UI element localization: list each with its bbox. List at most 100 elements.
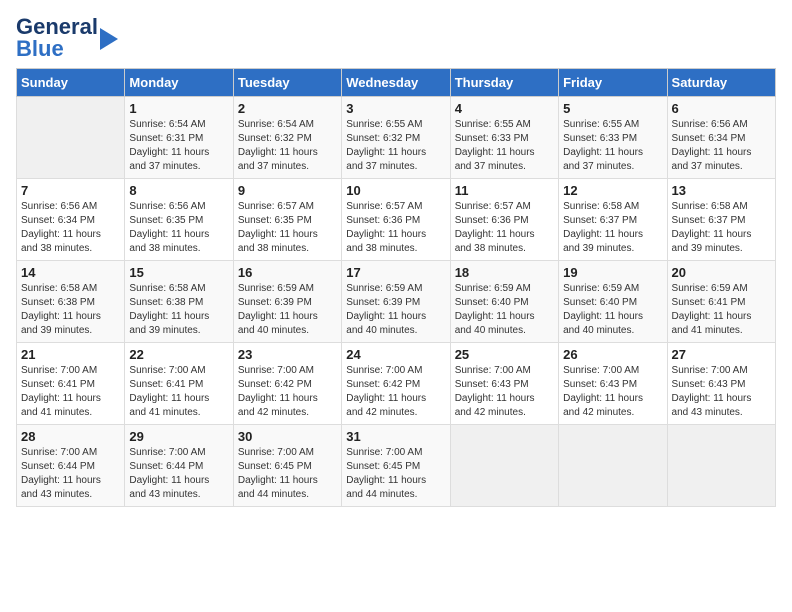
calendar-cell: 16 Sunrise: 6:59 AM Sunset: 6:39 PM Dayli…: [233, 261, 341, 343]
calendar-cell: 21 Sunrise: 7:00 AM Sunset: 6:41 PM Dayli…: [17, 343, 125, 425]
calendar-cell: 29 Sunrise: 7:00 AM Sunset: 6:44 PM Dayli…: [125, 425, 233, 507]
day-header-friday: Friday: [559, 69, 667, 97]
day-number: 6: [672, 101, 771, 116]
calendar-cell: 27 Sunrise: 7:00 AM Sunset: 6:43 PM Dayli…: [667, 343, 775, 425]
day-info: Sunrise: 7:00 AM Sunset: 6:43 PM Dayligh…: [563, 364, 662, 420]
day-number: 30: [238, 429, 337, 444]
day-info: Sunrise: 6:55 AM Sunset: 6:33 PM Dayligh…: [455, 118, 554, 174]
day-info: Sunrise: 7:00 AM Sunset: 6:45 PM Dayligh…: [238, 446, 337, 502]
calendar-cell: 4Sunrise: 6:55 AM Sunset: 6:33 PM Daylig…: [450, 97, 558, 179]
day-info: Sunrise: 6:56 AM Sunset: 6:35 PM Dayligh…: [129, 200, 228, 256]
day-header-saturday: Saturday: [667, 69, 775, 97]
day-number: 16: [238, 265, 337, 280]
day-info: Sunrise: 6:58 AM Sunset: 6:37 PM Dayligh…: [563, 200, 662, 256]
day-info: Sunrise: 6:55 AM Sunset: 6:32 PM Dayligh…: [346, 118, 445, 174]
calendar-cell: 15 Sunrise: 6:58 AM Sunset: 6:38 PM Dayli…: [125, 261, 233, 343]
calendar-week-1: 7 Sunrise: 6:56 AM Sunset: 6:34 PM Daylig…: [17, 179, 776, 261]
day-info: Sunrise: 6:59 AM Sunset: 6:39 PM Dayligh…: [346, 282, 445, 338]
day-header-wednesday: Wednesday: [342, 69, 450, 97]
calendar-cell: 6 Sunrise: 6:56 AM Sunset: 6:34 PM Daylig…: [667, 97, 775, 179]
calendar-cell: [17, 97, 125, 179]
calendar-cell: 9 Sunrise: 6:57 AM Sunset: 6:35 PM Daylig…: [233, 179, 341, 261]
day-number: 11: [455, 183, 554, 198]
day-number: 18: [455, 265, 554, 280]
calendar-cell: 25Sunrise: 7:00 AM Sunset: 6:43 PM Dayli…: [450, 343, 558, 425]
calendar-cell: 8Sunrise: 6:56 AM Sunset: 6:35 PM Daylig…: [125, 179, 233, 261]
calendar-week-2: 14 Sunrise: 6:58 AM Sunset: 6:38 PM Dayli…: [17, 261, 776, 343]
day-info: Sunrise: 7:00 AM Sunset: 6:41 PM Dayligh…: [21, 364, 120, 420]
day-number: 27: [672, 347, 771, 362]
day-number: 14: [21, 265, 120, 280]
day-info: Sunrise: 6:59 AM Sunset: 6:40 PM Dayligh…: [563, 282, 662, 338]
day-header-monday: Monday: [125, 69, 233, 97]
day-info: Sunrise: 6:59 AM Sunset: 6:41 PM Dayligh…: [672, 282, 771, 338]
day-number: 5: [563, 101, 662, 116]
day-info: Sunrise: 6:54 AM Sunset: 6:31 PM Dayligh…: [129, 118, 228, 174]
day-number: 12: [563, 183, 662, 198]
day-header-thursday: Thursday: [450, 69, 558, 97]
calendar-cell: [450, 425, 558, 507]
logo: General Blue: [16, 16, 118, 60]
day-info: Sunrise: 7:00 AM Sunset: 6:44 PM Dayligh…: [129, 446, 228, 502]
calendar-cell: 20 Sunrise: 6:59 AM Sunset: 6:41 PM Dayli…: [667, 261, 775, 343]
calendar-table: SundayMondayTuesdayWednesdayThursdayFrid…: [16, 68, 776, 507]
day-info: Sunrise: 6:57 AM Sunset: 6:35 PM Dayligh…: [238, 200, 337, 256]
calendar-cell: 13Sunrise: 6:58 AM Sunset: 6:37 PM Dayli…: [667, 179, 775, 261]
calendar-cell: 7 Sunrise: 6:56 AM Sunset: 6:34 PM Daylig…: [17, 179, 125, 261]
day-number: 24: [346, 347, 445, 362]
day-number: 19: [563, 265, 662, 280]
calendar-cell: 17 Sunrise: 6:59 AM Sunset: 6:39 PM Dayli…: [342, 261, 450, 343]
day-number: 2: [238, 101, 337, 116]
calendar-cell: 31Sunrise: 7:00 AM Sunset: 6:45 PM Dayli…: [342, 425, 450, 507]
day-number: 7: [21, 183, 120, 198]
day-info: Sunrise: 7:00 AM Sunset: 6:45 PM Dayligh…: [346, 446, 445, 502]
day-info: Sunrise: 6:58 AM Sunset: 6:38 PM Dayligh…: [21, 282, 120, 338]
calendar-header-row: SundayMondayTuesdayWednesdayThursdayFrid…: [17, 69, 776, 97]
calendar-cell: [559, 425, 667, 507]
day-number: 22: [129, 347, 228, 362]
day-number: 13: [672, 183, 771, 198]
calendar-cell: 12 Sunrise: 6:58 AM Sunset: 6:37 PM Dayli…: [559, 179, 667, 261]
day-header-sunday: Sunday: [17, 69, 125, 97]
logo-line1: General: [16, 16, 98, 38]
calendar-cell: 5 Sunrise: 6:55 AM Sunset: 6:33 PM Daylig…: [559, 97, 667, 179]
calendar-cell: 24 Sunrise: 7:00 AM Sunset: 6:42 PM Dayli…: [342, 343, 450, 425]
calendar-cell: [667, 425, 775, 507]
day-info: Sunrise: 7:00 AM Sunset: 6:41 PM Dayligh…: [129, 364, 228, 420]
day-info: Sunrise: 7:00 AM Sunset: 6:42 PM Dayligh…: [238, 364, 337, 420]
day-number: 15: [129, 265, 228, 280]
day-info: Sunrise: 6:56 AM Sunset: 6:34 PM Dayligh…: [672, 118, 771, 174]
day-number: 28: [21, 429, 120, 444]
day-info: Sunrise: 6:56 AM Sunset: 6:34 PM Dayligh…: [21, 200, 120, 256]
day-number: 20: [672, 265, 771, 280]
calendar-cell: 18 Sunrise: 6:59 AM Sunset: 6:40 PM Dayli…: [450, 261, 558, 343]
day-number: 21: [21, 347, 120, 362]
calendar-week-3: 21 Sunrise: 7:00 AM Sunset: 6:41 PM Dayli…: [17, 343, 776, 425]
day-number: 9: [238, 183, 337, 198]
day-info: Sunrise: 6:57 AM Sunset: 6:36 PM Dayligh…: [346, 200, 445, 256]
calendar-cell: 3Sunrise: 6:55 AM Sunset: 6:32 PM Daylig…: [342, 97, 450, 179]
calendar-cell: 22 Sunrise: 7:00 AM Sunset: 6:41 PM Dayli…: [125, 343, 233, 425]
day-number: 17: [346, 265, 445, 280]
calendar-week-4: 28 Sunrise: 7:00 AM Sunset: 6:44 PM Dayli…: [17, 425, 776, 507]
day-info: Sunrise: 6:58 AM Sunset: 6:38 PM Dayligh…: [129, 282, 228, 338]
day-info: Sunrise: 6:57 AM Sunset: 6:36 PM Dayligh…: [455, 200, 554, 256]
logo-line2: Blue: [16, 38, 98, 60]
day-number: 29: [129, 429, 228, 444]
day-info: Sunrise: 6:59 AM Sunset: 6:40 PM Dayligh…: [455, 282, 554, 338]
calendar-cell: 26 Sunrise: 7:00 AM Sunset: 6:43 PM Dayli…: [559, 343, 667, 425]
calendar-cell: 11 Sunrise: 6:57 AM Sunset: 6:36 PM Dayli…: [450, 179, 558, 261]
calendar-cell: 14 Sunrise: 6:58 AM Sunset: 6:38 PM Dayli…: [17, 261, 125, 343]
calendar-cell: 23Sunrise: 7:00 AM Sunset: 6:42 PM Dayli…: [233, 343, 341, 425]
day-info: Sunrise: 7:00 AM Sunset: 6:43 PM Dayligh…: [455, 364, 554, 420]
calendar-week-0: 1 Sunrise: 6:54 AM Sunset: 6:31 PM Daylig…: [17, 97, 776, 179]
day-info: Sunrise: 6:55 AM Sunset: 6:33 PM Dayligh…: [563, 118, 662, 174]
logo-arrow-icon: [100, 28, 118, 50]
day-number: 1: [129, 101, 228, 116]
day-info: Sunrise: 7:00 AM Sunset: 6:42 PM Dayligh…: [346, 364, 445, 420]
page-header: General Blue: [16, 16, 776, 60]
day-info: Sunrise: 6:54 AM Sunset: 6:32 PM Dayligh…: [238, 118, 337, 174]
day-info: Sunrise: 7:00 AM Sunset: 6:43 PM Dayligh…: [672, 364, 771, 420]
day-info: Sunrise: 6:59 AM Sunset: 6:39 PM Dayligh…: [238, 282, 337, 338]
day-number: 26: [563, 347, 662, 362]
